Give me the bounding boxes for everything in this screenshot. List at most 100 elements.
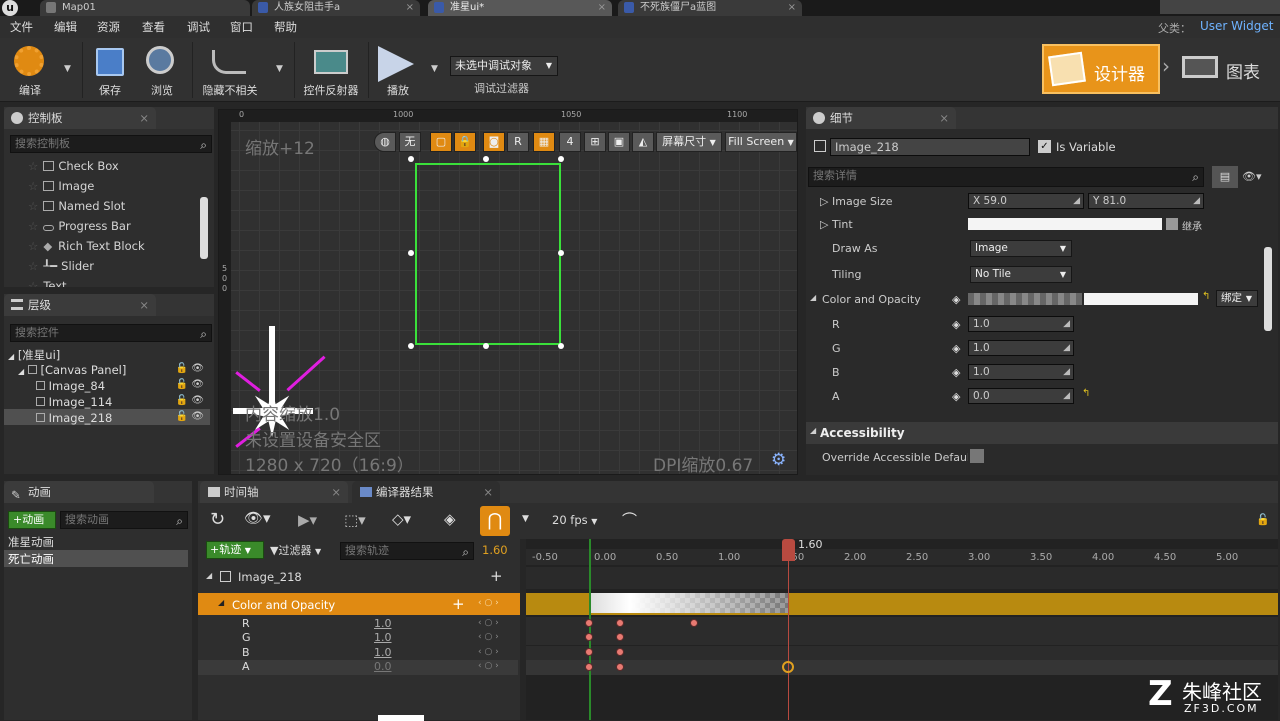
keyframe[interactable]: [616, 633, 624, 641]
reset-arrow-icon[interactable]: ↰: [1202, 291, 1210, 302]
tab-animations[interactable]: ✎ 动画: [4, 481, 154, 503]
keyframe[interactable]: [690, 619, 698, 627]
respect-locks-button[interactable]: R: [507, 132, 529, 152]
tab-human-sniper[interactable]: 人族女阻击手a ×: [252, 0, 420, 16]
fill-screen-dropdown[interactable]: Fill Screen ▼: [725, 132, 797, 152]
palette-item-text[interactable]: ☆ Text: [28, 279, 67, 287]
close-icon[interactable]: ×: [331, 481, 341, 503]
keyframe-cursor-target[interactable]: [782, 661, 794, 673]
tab-undead-zombie[interactable]: 不死族僵尸a蓝图 ×: [618, 0, 802, 16]
lock-eye-icon[interactable]: 🔓 👁: [176, 411, 204, 422]
add-icon[interactable]: +: [490, 567, 503, 585]
channel-row-b[interactable]: B 1.0 ‹ ○ ›: [198, 646, 518, 661]
collapse-icon[interactable]: ◢: [206, 571, 212, 580]
close-icon[interactable]: ×: [139, 294, 149, 316]
resize-handle[interactable]: [558, 250, 564, 256]
track-search-input[interactable]: 搜索轨迹 ⌕: [340, 542, 474, 560]
keyframe[interactable]: [585, 619, 593, 627]
details-search-input[interactable]: 搜索详情 ⌕: [808, 167, 1204, 187]
resize-handle[interactable]: [408, 250, 414, 256]
inherit-checkbox[interactable]: [1166, 218, 1178, 230]
star-icon[interactable]: ☆: [28, 159, 38, 173]
channel-row-g[interactable]: G 1.0 ‹ ○ ›: [198, 631, 518, 646]
color-opacity-swatch[interactable]: [968, 293, 1082, 305]
keyframe[interactable]: [585, 648, 593, 656]
menu-asset[interactable]: 资源: [97, 19, 120, 35]
keyframe[interactable]: [616, 648, 624, 656]
browse-button[interactable]: 浏览: [136, 42, 188, 100]
menu-window[interactable]: 窗口: [230, 19, 253, 35]
palette-item-image[interactable]: ☆ Image: [28, 179, 94, 193]
chevron-down-icon[interactable]: ▼: [431, 64, 438, 74]
loop-icon[interactable]: ↻: [210, 509, 225, 530]
keyframe-add-icon[interactable]: ◈: [952, 293, 960, 306]
key-nav-icon[interactable]: ‹ ○ ›: [478, 618, 499, 628]
lock-icon[interactable]: 🔓: [1256, 513, 1270, 526]
keyframe-add-icon[interactable]: ◈: [952, 318, 960, 331]
tab-crosshair-ui[interactable]: 准星ui* ×: [428, 0, 612, 16]
palette-scrollbar[interactable]: [200, 197, 208, 259]
keyframe-add-icon[interactable]: ◈: [952, 390, 960, 403]
color-gradient-bar[interactable]: [590, 593, 788, 613]
star-icon[interactable]: ☆: [28, 279, 38, 287]
close-icon[interactable]: ×: [598, 0, 606, 15]
key-nav-icon[interactable]: ‹ ○ ›: [478, 647, 499, 657]
keyframe[interactable]: [585, 663, 593, 671]
playhead-line[interactable]: [788, 539, 789, 720]
track-row-image-218[interactable]: ◢ Image_218 +: [198, 567, 520, 587]
menu-help[interactable]: 帮助: [274, 19, 297, 35]
background-button[interactable]: ▣: [608, 132, 630, 152]
b-value-field[interactable]: 1.0 ◢: [968, 364, 1074, 380]
chevron-down-icon[interactable]: ▼: [276, 64, 283, 74]
grid-snap-button[interactable]: ▦: [533, 132, 555, 152]
menu-debug[interactable]: 调试: [187, 19, 210, 35]
resize-handle[interactable]: [483, 156, 489, 162]
lock-eye-icon[interactable]: 🔓 👁: [176, 363, 204, 374]
play-button[interactable]: 播放: [372, 42, 424, 100]
add-icon[interactable]: +: [452, 595, 465, 613]
widget-name-input[interactable]: Image_218: [830, 138, 1030, 156]
star-icon[interactable]: ☆: [28, 199, 38, 213]
play-icon[interactable]: ▶▾: [298, 511, 317, 529]
close-icon[interactable]: ×: [139, 107, 149, 129]
hierarchy-canvas-panel[interactable]: ◢ [Canvas Panel] 🔓 👁: [18, 363, 210, 377]
fit-button[interactable]: ⊞: [584, 132, 606, 152]
save-button[interactable]: 保存: [84, 42, 136, 100]
tiling-dropdown[interactable]: No Tile ▼: [970, 266, 1072, 283]
widget-reflector-button[interactable]: 控件反射器: [300, 42, 362, 100]
close-icon[interactable]: ×: [939, 107, 949, 129]
resize-handle[interactable]: [558, 343, 564, 349]
tab-details[interactable]: 细节 ×: [806, 107, 956, 129]
expand-icon[interactable]: ▷: [820, 195, 828, 208]
star-icon[interactable]: ☆: [28, 179, 38, 193]
compile-button[interactable]: 编译: [4, 42, 56, 100]
transform-toggle-button[interactable]: ◙: [483, 132, 505, 152]
collapse-icon[interactable]: ◢: [218, 598, 224, 607]
debug-object-select[interactable]: 未选中调试对象 ▼: [450, 56, 558, 76]
lock-eye-icon[interactable]: 🔓 👁: [176, 379, 204, 390]
hierarchy-item-image-114[interactable]: Image_114 🔓 👁: [36, 395, 210, 409]
palette-item-check-box[interactable]: ☆ Check Box: [28, 159, 119, 173]
eye-icon[interactable]: 👁▾: [244, 509, 271, 527]
snap-key-icon[interactable]: ◈: [444, 510, 456, 528]
close-icon[interactable]: ×: [788, 0, 796, 15]
close-icon[interactable]: ×: [483, 481, 493, 503]
color-opacity-white-swatch[interactable]: [1084, 293, 1198, 305]
graph-mode-button[interactable]: 图表: [1176, 44, 1276, 94]
grid-size-button[interactable]: 4: [559, 132, 581, 152]
eye-icon[interactable]: 👁▾: [1242, 170, 1262, 183]
menu-edit[interactable]: 编辑: [54, 19, 77, 35]
resize-handle[interactable]: [408, 343, 414, 349]
details-scrollbar[interactable]: [1264, 247, 1272, 331]
tint-color-swatch[interactable]: [968, 218, 1162, 230]
channel-row-r[interactable]: R 1.0 ‹ ○ ›: [198, 617, 518, 632]
menu-view[interactable]: 查看: [142, 19, 165, 35]
track-row-color-opacity[interactable]: ◢ Color and Opacity + ‹ ○ ›: [198, 593, 520, 615]
palette-item-progress-bar[interactable]: ☆ Progress Bar: [28, 219, 131, 233]
magnet-snap-button[interactable]: ⋂: [480, 506, 510, 536]
key-nav-icon[interactable]: ‹ ○ ›: [478, 632, 499, 642]
collapse-icon[interactable]: ◢: [810, 293, 816, 302]
palette-item-rich-text-block[interactable]: ☆ ◆ Rich Text Block: [28, 239, 145, 253]
keyframe[interactable]: [616, 663, 624, 671]
hierarchy-root[interactable]: ◢ [准星ui]: [8, 347, 60, 363]
